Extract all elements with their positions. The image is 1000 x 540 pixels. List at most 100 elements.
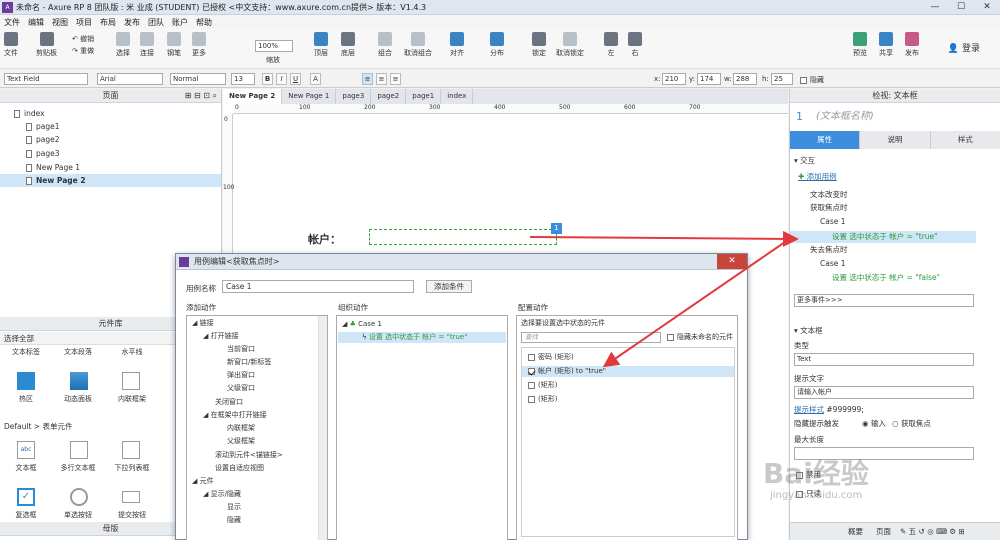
lib-label-text[interactable]: 文本标签 — [6, 347, 46, 357]
connect-button[interactable]: 连接 — [140, 32, 154, 58]
tab-new-page-1[interactable]: New Page 1 — [282, 89, 337, 104]
event-focus-action[interactable]: 设置 选中状态于 帐户 = "true" — [790, 231, 976, 243]
textbox-icon[interactable]: abc — [17, 441, 35, 459]
close-window-button[interactable]: ✕ — [974, 0, 1000, 15]
page-item-page1[interactable]: page1 — [26, 120, 60, 133]
hide-unnamed-checkbox[interactable]: 隐藏未命名的元件 — [667, 332, 733, 343]
action-current-window[interactable]: 当前窗口 — [227, 344, 255, 355]
page-item-page2[interactable]: page2 — [26, 133, 60, 146]
lib-paragraph[interactable]: 文本段落 — [58, 347, 98, 357]
interaction-section[interactable]: ▾ 交互 — [794, 155, 815, 167]
left-button[interactable]: 左 — [604, 32, 618, 58]
font-color-icon[interactable]: A — [310, 73, 321, 85]
case-name-input[interactable]: Case 1 — [222, 280, 414, 293]
hint-input-radio[interactable]: ◉ 输入 — [862, 418, 886, 430]
more-events-select[interactable]: 更多事件>>> — [794, 294, 974, 307]
select-button[interactable]: 选择 — [116, 32, 130, 58]
inline-frame-icon[interactable] — [122, 372, 140, 390]
bold-button[interactable]: B — [262, 73, 273, 85]
checkbox-icon[interactable]: ✓ — [17, 488, 35, 506]
action-new-window[interactable]: 新窗口/新标签 — [227, 357, 271, 368]
lock-button[interactable]: 锁定 — [532, 32, 546, 58]
widget-rect-3[interactable]: (矩形) — [528, 380, 557, 391]
tab-index[interactable]: index — [441, 89, 474, 104]
bottom-toolbar-icons[interactable]: ✎ 五 ↺ ◎ ⌨ ⚙ ⊞ — [900, 523, 965, 540]
clipboard-button[interactable]: 剪贴板 — [36, 32, 57, 58]
hint-style[interactable]: 提示样式 #999999; — [794, 404, 864, 416]
file-button[interactable]: 文件 — [4, 32, 18, 58]
hidden-checkbox[interactable]: 隐藏 — [800, 75, 824, 85]
unlock-button[interactable]: 取消锁定 — [556, 32, 584, 58]
w-input[interactable]: 288 — [733, 73, 757, 85]
library-section[interactable]: Default > 表单元件 — [4, 421, 72, 432]
menu-account[interactable]: 账户 — [168, 17, 192, 28]
action-show[interactable]: 显示 — [227, 502, 241, 513]
action-parent-frame[interactable]: 父级框架 — [227, 436, 255, 447]
event-on-focus[interactable]: 获取焦点时 — [810, 202, 848, 214]
action-adaptive-view[interactable]: 设置自适应视图 — [215, 463, 264, 474]
action-link[interactable]: ◢ 链接 — [192, 318, 214, 329]
tab-outline[interactable]: 概要 — [848, 523, 863, 540]
submit-button-icon[interactable] — [122, 491, 140, 503]
hint-input[interactable]: 请输入帐户 — [794, 386, 974, 399]
org-case-item[interactable]: ◢ ♣ Case 1 — [342, 319, 382, 330]
widget-search-input[interactable]: 查找 — [521, 332, 661, 343]
menu-view[interactable]: 视图 — [48, 17, 72, 28]
send-bottom-button[interactable]: 底层 — [341, 32, 355, 58]
menu-publish[interactable]: 发布 — [120, 17, 144, 28]
preview-button[interactable]: 预览 — [853, 32, 867, 58]
x-input[interactable]: 210 — [662, 73, 686, 85]
action-open-in-frame[interactable]: ◢ 在框架中打开链接 — [203, 410, 267, 421]
zoom-select[interactable]: 100% — [255, 40, 293, 52]
minimize-button[interactable]: — — [922, 0, 948, 15]
add-condition-button[interactable]: 添加条件 — [426, 280, 472, 293]
font-select[interactable]: Arial — [97, 73, 163, 85]
underline-button[interactable]: U — [290, 73, 301, 85]
ungroup-button[interactable]: 取消组合 — [404, 32, 432, 58]
redo-button[interactable]: ↷ 重做 — [72, 46, 94, 56]
action-hide[interactable]: 隐藏 — [227, 515, 241, 526]
italic-button[interactable]: I — [276, 73, 287, 85]
publish-button[interactable]: 发布 — [905, 32, 919, 58]
maximize-button[interactable]: ☐ — [948, 0, 974, 15]
action-popup[interactable]: 弹出窗口 — [227, 370, 255, 381]
tab-page3[interactable]: page3 — [336, 89, 372, 104]
font-size-select[interactable]: 13 — [231, 73, 255, 85]
action-widgets[interactable]: ◢ 元件 — [192, 476, 214, 487]
action-close-window[interactable]: 关闭窗口 — [215, 397, 243, 408]
page-item-page3[interactable]: page3 — [26, 147, 60, 160]
more-button[interactable]: 更多 — [192, 32, 206, 58]
pages-toolbar-icons[interactable]: ⊞ ⊟ ⊡ ⌕ — [185, 89, 217, 103]
event-blur-case[interactable]: Case 1 — [820, 258, 846, 270]
login-button[interactable]: 👤 登录 — [948, 41, 980, 54]
page-item-new-page-1[interactable]: New Page 1 — [26, 161, 80, 174]
menu-project[interactable]: 项目 — [72, 17, 96, 28]
event-focus-case[interactable]: Case 1 — [820, 216, 846, 228]
menu-team[interactable]: 团队 — [144, 17, 168, 28]
account-textbox-selected[interactable] — [369, 229, 557, 245]
action-tree-scrollbar[interactable] — [318, 316, 327, 540]
page-item-new-page-2[interactable]: New Page 2 — [0, 174, 221, 187]
action-open-link[interactable]: ◢ 打开链接 — [203, 331, 239, 342]
action-show-hide[interactable]: ◢ 显示/隐藏 — [203, 489, 241, 500]
align-right-icon[interactable]: ≡ — [390, 73, 401, 85]
widget-account-rect[interactable]: 帐户 (矩形) to "true" — [522, 366, 734, 377]
menu-file[interactable]: 文件 — [0, 17, 24, 28]
dropdown-icon[interactable] — [122, 441, 140, 459]
org-action-item[interactable]: ϟ 设置 选中状态于 帐户 = "true" — [338, 332, 506, 343]
hotspot-icon[interactable] — [17, 372, 35, 390]
textarea-icon[interactable] — [70, 441, 88, 459]
lib-hline[interactable]: 水平线 — [112, 347, 152, 357]
widget-password-rect[interactable]: 密码 (矩形) — [528, 352, 574, 363]
widget-type-select[interactable]: Text Field — [4, 73, 88, 85]
tab-properties[interactable]: 属性 — [790, 131, 861, 149]
action-scroll-to[interactable]: 滚动到元件<锚链接> — [215, 450, 283, 461]
tab-notes[interactable]: 说明 — [860, 131, 931, 149]
group-button[interactable]: 组合 — [378, 32, 392, 58]
tab-page1[interactable]: page1 — [406, 89, 442, 104]
page-item-index[interactable]: index — [14, 107, 45, 120]
widget-name-input[interactable]: (文本框名称) — [816, 111, 874, 125]
menu-help[interactable]: 帮助 — [192, 17, 216, 28]
dialog-close-button[interactable]: ✕ — [717, 254, 747, 269]
h-input[interactable]: 25 — [771, 73, 793, 85]
